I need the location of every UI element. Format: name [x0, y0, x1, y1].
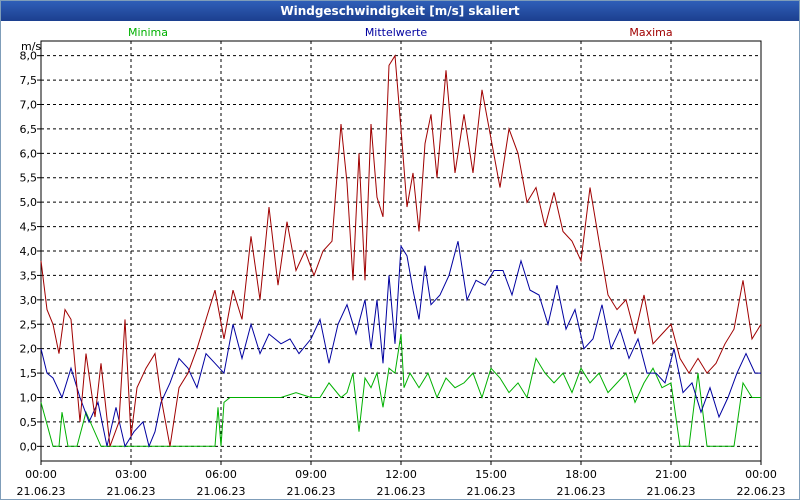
x-tick-date-label: 22.06.23: [737, 485, 786, 498]
x-tick-time-label: 15:00: [475, 468, 507, 481]
y-tick-label: 4,5: [20, 221, 38, 234]
y-tick-label: 5,0: [20, 196, 38, 209]
y-tick-label: 3,0: [20, 294, 38, 307]
y-tick-label: 6,5: [20, 123, 38, 136]
chart-title: Windgeschwindigkeit [m/s] skaliert: [1, 1, 799, 21]
x-tick-date-label: 21.06.23: [197, 485, 246, 498]
x-tick-date-label: 21.06.23: [467, 485, 516, 498]
legend-entry-mittelwerte: Mittelwerte: [365, 26, 428, 39]
x-tick-time-label: 00:00: [25, 468, 57, 481]
y-tick-label: 2,0: [20, 343, 38, 356]
x-tick-date-label: 21.06.23: [17, 485, 66, 498]
y-tick-label: 0,5: [20, 416, 38, 429]
x-tick-date-label: 21.06.23: [107, 485, 156, 498]
x-tick-time-label: 09:00: [295, 468, 327, 481]
x-tick-time-label: 12:00: [385, 468, 417, 481]
x-tick-date-label: 21.06.23: [647, 485, 696, 498]
y-tick-label: 1,5: [20, 367, 38, 380]
x-tick-time-label: 21:00: [655, 468, 687, 481]
y-tick-label: 5,5: [20, 172, 38, 185]
chart-window: Windgeschwindigkeit [m/s] skaliert 0,0 0,…: [0, 0, 800, 500]
chart-area: 0,0 0,5 1,0 1,5 2,0 2,5 3,0 3,5 4,0 4,5 5,0 5,5 6,0 6…: [17, 26, 786, 498]
x-tick-time-label: 03:00: [115, 468, 147, 481]
legend-entry-minima: Minima: [128, 26, 168, 39]
x-tick-time-label: 06:00: [205, 468, 237, 481]
x-tick-date-label: 21.06.23: [377, 485, 426, 498]
y-tick-label: 4,0: [20, 245, 38, 258]
y-tick-label: 1,0: [20, 392, 38, 405]
y-axis-label: m/s: [21, 40, 41, 53]
y-tick-label: 7,5: [20, 74, 38, 87]
y-tick-label: 7,0: [20, 98, 38, 111]
x-tick-date-label: 21.06.23: [287, 485, 336, 498]
y-tick-label: 6,0: [20, 147, 38, 160]
legend-entry-maxima: Maxima: [629, 26, 672, 39]
x-tick-time-label: 18:00: [565, 468, 597, 481]
x-tick-time-label: 00:00: [745, 468, 777, 481]
y-tick-label: 0,0: [20, 440, 38, 453]
x-tick-date-label: 21.06.23: [557, 485, 606, 498]
y-tick-label: 3,5: [20, 269, 38, 282]
y-tick-label: 2,5: [20, 318, 38, 331]
